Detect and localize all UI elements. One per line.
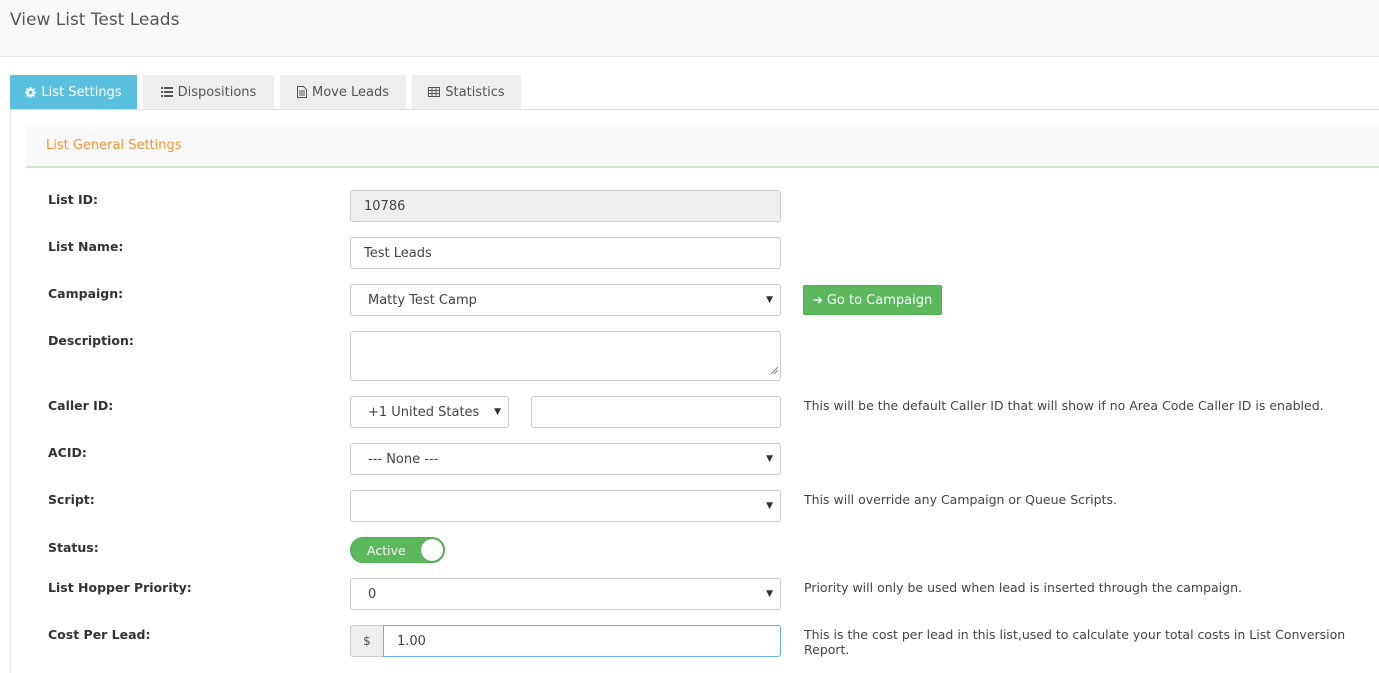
go-to-campaign-label: Go to Campaign bbox=[826, 292, 933, 308]
cost-per-lead-help: This is the cost per lead in this list,u… bbox=[804, 627, 1346, 657]
campaign-label: Campaign: bbox=[48, 286, 124, 301]
dropdown-arrow-icon: ▼ bbox=[766, 589, 773, 599]
description-label: Description: bbox=[48, 333, 134, 348]
tab-label: Dispositions bbox=[177, 84, 257, 100]
campaign-value: Matty Test Camp bbox=[368, 292, 477, 308]
tab-move-leads[interactable]: Move Leads bbox=[280, 75, 406, 109]
cost-per-lead-input[interactable]: 1.00 bbox=[383, 625, 781, 657]
dropdown-arrow-icon: ▼ bbox=[766, 454, 773, 464]
page-title: View List Test Leads bbox=[10, 10, 180, 30]
script-select[interactable]: ▼ bbox=[350, 490, 781, 522]
acid-label: ACID: bbox=[48, 445, 87, 460]
list-id-value: 10786 bbox=[364, 198, 406, 214]
script-help: This will override any Campaign or Queue… bbox=[804, 492, 1117, 507]
campaign-select[interactable]: Matty Test Camp ▼ bbox=[350, 284, 781, 316]
hopper-priority-value: 0 bbox=[368, 586, 377, 602]
document-icon bbox=[297, 86, 307, 98]
list-name-input[interactable]: Test Leads bbox=[350, 237, 781, 269]
acid-select[interactable]: --- None --- ▼ bbox=[350, 443, 781, 475]
tab-label: Move Leads bbox=[312, 84, 389, 100]
status-toggle-label: Active bbox=[367, 543, 406, 558]
tab-label: Statistics bbox=[445, 84, 505, 100]
gear-icon bbox=[25, 87, 37, 98]
list-id-field: 10786 bbox=[350, 190, 781, 222]
table-icon bbox=[428, 87, 441, 97]
tab-dispositions[interactable]: Dispositions bbox=[143, 75, 274, 109]
status-toggle[interactable]: Active bbox=[350, 537, 445, 563]
arrow-right-icon: ➔ bbox=[812, 293, 823, 307]
list-name-value: Test Leads bbox=[364, 245, 432, 261]
dropdown-arrow-icon: ▼ bbox=[766, 295, 773, 305]
hopper-priority-select[interactable]: 0 ▼ bbox=[350, 578, 781, 610]
toggle-knob bbox=[421, 539, 443, 561]
currency-addon: $ bbox=[350, 625, 384, 657]
dropdown-arrow-icon: ▼ bbox=[494, 407, 501, 417]
script-label: Script: bbox=[48, 492, 95, 507]
acid-value: --- None --- bbox=[368, 451, 439, 467]
tab-divider bbox=[10, 109, 1379, 110]
section-title: List General Settings bbox=[46, 138, 182, 153]
cost-per-lead-value: 1.00 bbox=[397, 633, 426, 649]
section-header: List General Settings bbox=[26, 127, 1379, 168]
tab-statistics[interactable]: Statistics bbox=[412, 75, 521, 109]
resize-grip-icon[interactable] bbox=[770, 363, 779, 378]
caller-id-country-select[interactable]: +1 United States ▼ bbox=[350, 396, 509, 428]
list-icon bbox=[160, 87, 173, 97]
hopper-priority-label: List Hopper Priority: bbox=[48, 580, 192, 595]
list-id-label: List ID: bbox=[48, 192, 99, 207]
tab-label: List Settings bbox=[41, 85, 122, 100]
list-name-label: List Name: bbox=[48, 239, 124, 254]
go-to-campaign-button[interactable]: ➔ Go to Campaign bbox=[803, 285, 942, 315]
caller-id-number-input[interactable] bbox=[531, 396, 781, 428]
status-label: Status: bbox=[48, 540, 99, 555]
cost-per-lead-label: Cost Per Lead: bbox=[48, 627, 151, 642]
caller-id-label: Caller ID: bbox=[48, 398, 114, 413]
hopper-priority-help: Priority will only be used when lead is … bbox=[804, 580, 1242, 595]
caller-id-country-value: +1 United States bbox=[368, 404, 480, 420]
caller-id-help: This will be the default Caller ID that … bbox=[804, 398, 1324, 413]
page-header: View List Test Leads bbox=[0, 0, 1379, 57]
tab-list-settings[interactable]: List Settings bbox=[10, 75, 137, 110]
panel-border bbox=[10, 110, 11, 673]
dropdown-arrow-icon: ▼ bbox=[766, 501, 773, 511]
description-textarea[interactable] bbox=[350, 331, 781, 381]
